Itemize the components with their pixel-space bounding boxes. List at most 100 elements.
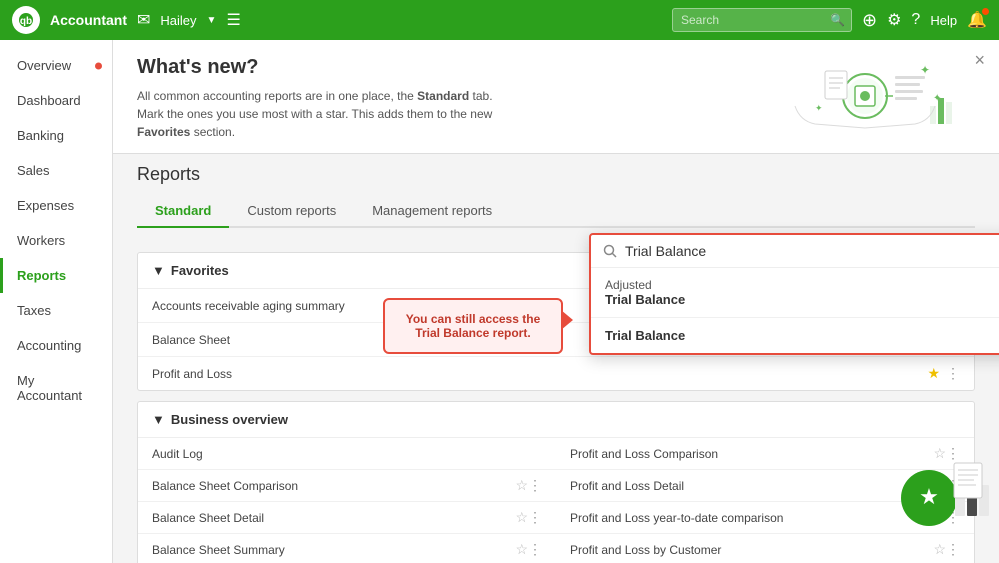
favorites-chevron: ▼ bbox=[152, 263, 165, 278]
user-chevron[interactable]: ▼ bbox=[207, 15, 217, 26]
whats-new-description: All common accounting reports are in one… bbox=[137, 87, 497, 141]
sidebar-item-overview[interactable]: Overview bbox=[0, 48, 112, 83]
reports-title: Reports bbox=[137, 164, 975, 185]
close-button[interactable]: × bbox=[974, 50, 985, 71]
plus-icon[interactable]: ⊕ bbox=[862, 10, 877, 31]
col-report-row: Balance Sheet Comparison ☆ ⋮ bbox=[138, 470, 556, 502]
col-report-row: Balance Sheet Detail ☆ ⋮ bbox=[138, 502, 556, 534]
search-overlay-icon bbox=[603, 244, 617, 258]
tooltip-text: You can still access the Trial Balance r… bbox=[406, 312, 541, 340]
user-menu[interactable]: Hailey bbox=[160, 13, 196, 28]
search-result-main-1: Trial Balance bbox=[605, 292, 999, 307]
sidebar-item-accounting[interactable]: Accounting bbox=[0, 328, 112, 363]
col-report-row: Audit Log bbox=[138, 438, 556, 470]
more-icon[interactable]: ⋮ bbox=[528, 541, 542, 558]
sidebar-label-accounting: Accounting bbox=[17, 338, 81, 353]
report-name-pldetail[interactable]: Profit and Loss Detail bbox=[570, 479, 933, 493]
reports-header: Reports Standard Custom reports Manageme… bbox=[113, 154, 999, 228]
business-overview-header[interactable]: ▼ Business overview bbox=[138, 402, 974, 438]
sidebar-label-dashboard: Dashboard bbox=[17, 93, 81, 108]
tab-standard[interactable]: Standard bbox=[137, 195, 229, 228]
favorites-title: Favorites bbox=[171, 263, 229, 278]
search-result-sub-1: Adjusted bbox=[605, 278, 999, 292]
col-report-row: Profit and Loss by Customer ☆ ⋮ bbox=[556, 534, 974, 563]
sidebar: Overview Dashboard Banking Sales Expense… bbox=[0, 40, 113, 563]
report-name-plcust[interactable]: Profit and Loss by Customer bbox=[570, 543, 933, 557]
main-layout: Overview Dashboard Banking Sales Expense… bbox=[0, 40, 999, 563]
star-icon[interactable]: ☆ bbox=[933, 541, 946, 558]
gear-icon[interactable]: ⚙ bbox=[887, 10, 901, 30]
search-overlay-input-row bbox=[591, 235, 999, 268]
report-name-plytd[interactable]: Profit and Loss year-to-date comparison bbox=[570, 511, 933, 525]
whats-new-illustration: ✦ ✦ ✦ bbox=[755, 56, 975, 136]
business-overview-chevron: ▼ bbox=[152, 412, 165, 427]
report-name-plcomp[interactable]: Profit and Loss Comparison bbox=[570, 447, 933, 461]
help-label: Help bbox=[930, 13, 957, 28]
sidebar-label-workers: Workers bbox=[17, 233, 65, 248]
nav-right: 🔍 ⊕ ⚙ ? Help 🔔 bbox=[672, 8, 987, 32]
svg-text:★: ★ bbox=[919, 484, 939, 509]
tabs-bar: Standard Custom reports Management repor… bbox=[137, 195, 975, 228]
search-wrapper: 🔍 bbox=[672, 8, 852, 32]
sidebar-label-taxes: Taxes bbox=[17, 303, 51, 318]
svg-text:✦: ✦ bbox=[815, 103, 823, 113]
report-name-pl: Profit and Loss bbox=[152, 367, 927, 381]
star-icon[interactable]: ☆ bbox=[515, 509, 528, 526]
tab-management-reports[interactable]: Management reports bbox=[354, 195, 510, 228]
sidebar-item-reports[interactable]: Reports bbox=[0, 258, 112, 293]
more-icon[interactable]: ⋮ bbox=[528, 509, 542, 526]
sidebar-item-banking[interactable]: Banking bbox=[0, 118, 112, 153]
sidebar-item-workers[interactable]: Workers bbox=[0, 223, 112, 258]
main-content: What's new? All common accounting report… bbox=[113, 40, 999, 563]
more-icon[interactable]: ⋮ bbox=[528, 477, 542, 494]
search-result-main-2: Trial Balance bbox=[605, 328, 999, 343]
sidebar-item-sales[interactable]: Sales bbox=[0, 153, 112, 188]
app-brand: Accountant bbox=[50, 12, 127, 28]
hamburger-icon[interactable]: ☰ bbox=[226, 10, 240, 30]
search-result-trial-balance[interactable]: Trial Balance bbox=[591, 318, 999, 353]
nav-search-input[interactable] bbox=[672, 8, 852, 32]
report-row: Profit and Loss ★ ⋮ bbox=[138, 357, 974, 390]
report-name-bssummary[interactable]: Balance Sheet Summary bbox=[152, 543, 515, 557]
whats-new-banner: What's new? All common accounting report… bbox=[113, 40, 999, 154]
sidebar-label-banking: Banking bbox=[17, 128, 64, 143]
sidebar-item-my-accountant[interactable]: My Accountant bbox=[0, 363, 112, 413]
bell-wrapper: 🔔 bbox=[967, 10, 987, 30]
star-icon-pl[interactable]: ★ bbox=[927, 365, 940, 382]
sidebar-label-sales: Sales bbox=[17, 163, 50, 178]
sidebar-item-taxes[interactable]: Taxes bbox=[0, 293, 112, 328]
search-overlay-field[interactable] bbox=[625, 243, 999, 259]
nav-left: qb Accountant ✉ Hailey ▼ ☰ bbox=[12, 6, 241, 34]
whats-new-text: What's new? All common accounting report… bbox=[137, 56, 735, 141]
top-nav: qb Accountant ✉ Hailey ▼ ☰ 🔍 ⊕ ⚙ ? Help … bbox=[0, 0, 999, 40]
search-icon: 🔍 bbox=[830, 13, 845, 27]
search-result-adjusted[interactable]: Adjusted Trial Balance bbox=[591, 268, 999, 318]
search-overlay: Adjusted Trial Balance Trial Balance bbox=[589, 233, 999, 355]
sidebar-item-dashboard[interactable]: Dashboard bbox=[0, 83, 112, 118]
report-name-bsdetail[interactable]: Balance Sheet Detail bbox=[152, 511, 515, 525]
overview-dot bbox=[95, 62, 102, 69]
report-name-bscomp[interactable]: Balance Sheet Comparison bbox=[152, 479, 515, 493]
star-icon[interactable]: ☆ bbox=[515, 477, 528, 494]
more-icon[interactable]: ⋮ bbox=[946, 541, 960, 558]
more-icon-pl[interactable]: ⋮ bbox=[946, 365, 960, 382]
sidebar-label-reports: Reports bbox=[17, 268, 66, 283]
qb-logo[interactable]: qb bbox=[12, 6, 40, 34]
tooltip-popup: You can still access the Trial Balance r… bbox=[383, 298, 563, 354]
question-icon[interactable]: ? bbox=[911, 11, 920, 29]
tab-custom-reports[interactable]: Custom reports bbox=[229, 195, 354, 228]
two-col-layout: Audit Log Profit and Loss Comparison ☆ ⋮… bbox=[138, 438, 974, 563]
sidebar-label-overview: Overview bbox=[17, 58, 71, 73]
sidebar-label-expenses: Expenses bbox=[17, 198, 74, 213]
report-name-audit[interactable]: Audit Log bbox=[152, 447, 542, 461]
report-actions: ★ ⋮ bbox=[927, 365, 960, 382]
sidebar-item-expenses[interactable]: Expenses bbox=[0, 188, 112, 223]
svg-text:qb: qb bbox=[20, 16, 32, 27]
notification-dot bbox=[982, 8, 989, 15]
sidebar-label-my-accountant: My Accountant bbox=[17, 373, 98, 403]
mail-icon[interactable]: ✉ bbox=[137, 10, 150, 30]
business-overview-section: ▼ Business overview Audit Log Profit and… bbox=[137, 401, 975, 563]
star-icon[interactable]: ☆ bbox=[515, 541, 528, 558]
business-overview-title: Business overview bbox=[171, 412, 288, 427]
whats-new-title: What's new? bbox=[137, 56, 735, 79]
